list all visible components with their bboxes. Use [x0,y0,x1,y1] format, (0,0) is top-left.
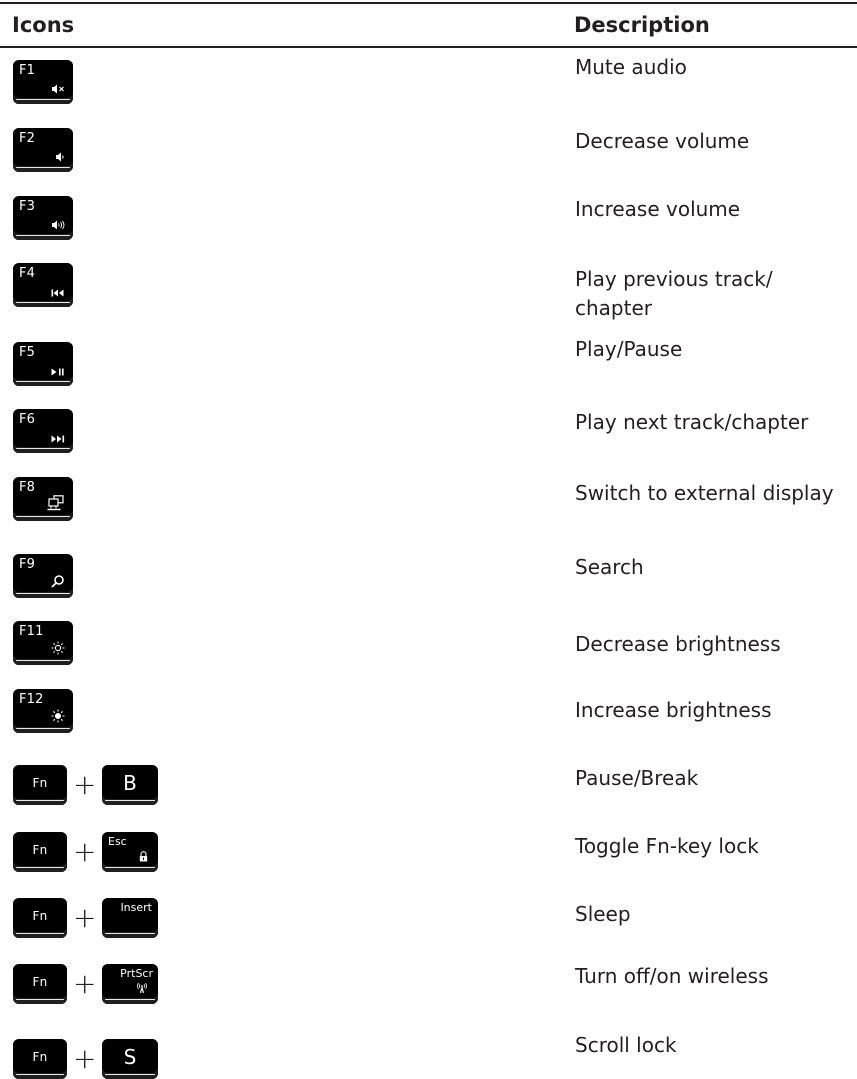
row-description: Toggle Fn-key lock [575,834,759,858]
f2-key: F2 [13,128,73,172]
f12-key: F12 [13,689,73,733]
f3-key: F3 [13,196,73,240]
key-label: F1 [19,63,36,78]
row-description: Pause/Break [575,766,699,790]
previous-track-icon [51,289,64,297]
wireless-icon [137,982,147,994]
f9-key: F9 [13,554,73,598]
row-description: Decrease volume [575,129,750,153]
fn-key: Fn [13,1039,67,1079]
top-rule [0,2,857,4]
row-description: Play next track/chapter [575,410,809,434]
brightness-up-icon [51,709,65,723]
key-label: F12 [19,692,44,707]
brightness-down-icon [51,641,65,655]
key-label: Fn [32,909,48,923]
row-description: Decrease brightness [575,632,781,656]
row-description: Mute audio [575,55,687,79]
insert-key: Insert [102,898,158,938]
key-label: PrtScr [120,967,153,980]
row-description: Play previous track/ chapter [575,267,773,320]
f5-key: F5 [13,342,73,386]
key-label: Fn [32,843,48,857]
f8-key: F8 [13,477,73,521]
row-description: Turn off/on wireless [575,964,769,988]
key-label: Fn [32,1050,48,1064]
external-display-icon [47,495,64,511]
key-label: Insert [120,901,152,914]
plus-sign: + [73,835,97,868]
key-label: Fn [32,975,48,989]
key-label: F8 [19,480,36,495]
mute-icon [52,84,64,94]
f6-key: F6 [13,409,73,453]
s-key: S [102,1039,158,1079]
row-description: Increase brightness [575,698,772,722]
row-description: Scroll lock [575,1033,677,1057]
plus-sign: + [73,1042,97,1075]
key-label: Fn [32,776,48,790]
fn-key: Fn [13,964,67,1004]
row-description: Increase volume [575,197,741,221]
plus-sign: + [73,768,97,801]
esc-key: Esc [102,832,158,872]
f4-key: F4 [13,263,73,307]
f1-key: F1 [13,60,73,104]
column-header-description: Description [574,13,710,37]
key-label: F9 [19,557,36,572]
row-description: Sleep [575,902,631,926]
key-label: F3 [19,199,36,214]
row-description: Play/Pause [575,337,683,361]
key-label: S [123,1045,137,1069]
search-icon [51,575,64,588]
f11-key: F11 [13,621,73,665]
row-description: Switch to external display [575,481,834,505]
key-label: F5 [19,345,36,360]
volume-up-icon [52,220,65,230]
fn-key: Fn [13,832,67,872]
key-label: F4 [19,266,36,281]
plus-sign: + [73,901,97,934]
lock-icon [139,851,148,862]
key-label: F11 [19,624,44,639]
key-label: F6 [19,412,36,427]
key-label: Esc [108,835,127,848]
plus-sign: + [73,967,97,1000]
prtscr-key: PrtScr [102,964,158,1004]
fn-key: Fn [13,898,67,938]
header-rule [0,46,857,48]
fn-key: Fn [13,765,67,805]
column-header-icons: Icons [12,13,75,37]
next-track-icon [51,435,65,443]
key-label: F2 [19,131,36,146]
key-label: B [123,771,137,795]
volume-down-icon [56,152,64,162]
row-description: Search [575,555,644,579]
b-key: B [102,765,158,805]
play-pause-icon [51,368,64,376]
